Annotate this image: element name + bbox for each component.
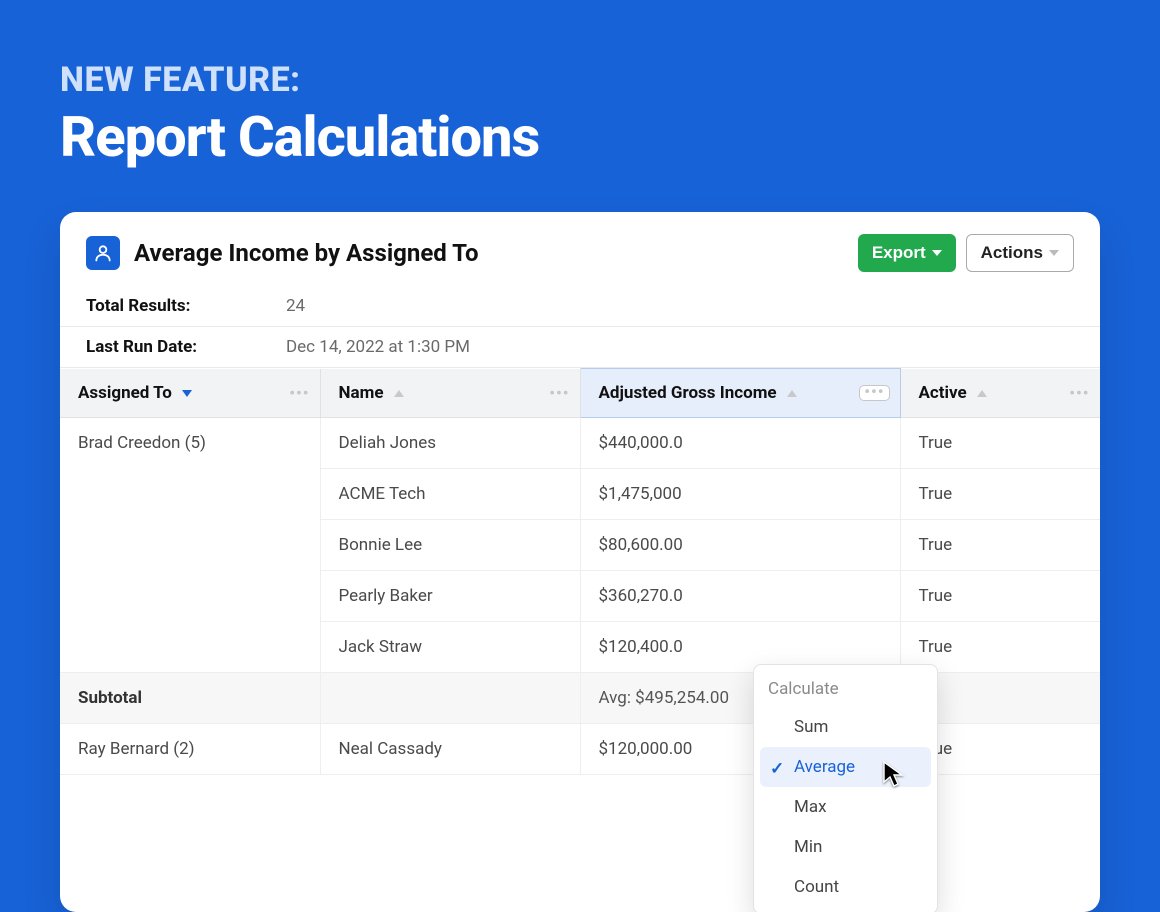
- sort-desc-icon: [182, 390, 192, 397]
- report-table: Assigned To ••• Name ••• Adjusted Gross …: [60, 368, 1100, 775]
- person-icon: [86, 236, 120, 270]
- calculate-menu: Calculate Sum ✓ Average Max Min Count: [753, 664, 938, 912]
- actions-button-label: Actions: [981, 243, 1043, 263]
- check-icon: ✓: [770, 759, 784, 779]
- calculate-menu-item-count[interactable]: Count: [754, 867, 937, 907]
- report-header: Average Income by Assigned To Export Act…: [60, 212, 1100, 286]
- cell-name: Bonnie Lee: [320, 520, 580, 571]
- cell-income: $360,270.0: [580, 571, 900, 622]
- cell-active: True: [900, 418, 1100, 469]
- col-header-label: Name: [339, 383, 384, 403]
- calculate-menu-item-max[interactable]: Max: [754, 787, 937, 827]
- col-header-adjusted-gross-income[interactable]: Adjusted Gross Income •••: [580, 369, 900, 418]
- meta-total-label: Total Results:: [86, 296, 286, 316]
- cell-name: Deliah Jones: [320, 418, 580, 469]
- cell-name: Neal Cassady: [320, 724, 580, 775]
- group-label-cell: Brad Creedon (5): [60, 418, 320, 673]
- column-menu-icon[interactable]: •••: [289, 383, 309, 402]
- column-menu-icon[interactable]: •••: [549, 383, 569, 402]
- calculate-menu-item-label: Max: [794, 797, 827, 817]
- meta-total-row: Total Results: 24: [60, 286, 1100, 327]
- col-header-label: Assigned To: [78, 383, 172, 403]
- table-row: Ray Bernard (2)Neal Cassady$120,000.00Tr…: [60, 724, 1100, 775]
- cell-income: $440,000.0: [580, 418, 900, 469]
- cell-name: Jack Straw: [320, 622, 580, 673]
- caret-down-icon: [932, 250, 942, 256]
- calculate-menu-item-label: Min: [794, 837, 822, 857]
- report-title: Average Income by Assigned To: [134, 239, 858, 267]
- export-button[interactable]: Export: [858, 234, 956, 272]
- caret-down-icon: [1049, 250, 1059, 256]
- col-header-assigned-to[interactable]: Assigned To •••: [60, 369, 320, 418]
- col-header-label: Active: [919, 383, 967, 403]
- subtotal-empty: [320, 673, 580, 724]
- sort-asc-icon: [394, 390, 404, 397]
- calculate-menu-item-average[interactable]: ✓ Average: [760, 747, 931, 787]
- calculate-menu-item-label: Sum: [794, 717, 828, 737]
- calculate-menu-item-label: Average: [794, 757, 855, 777]
- cell-active: True: [900, 520, 1100, 571]
- calculate-menu-item-min[interactable]: Min: [754, 827, 937, 867]
- cell-active: True: [900, 571, 1100, 622]
- meta-lastrun-value: Dec 14, 2022 at 1:30 PM: [286, 337, 470, 357]
- cell-name: ACME Tech: [320, 469, 580, 520]
- col-header-name[interactable]: Name •••: [320, 369, 580, 418]
- sort-asc-icon: [787, 390, 797, 397]
- cell-name: Pearly Baker: [320, 571, 580, 622]
- export-button-label: Export: [872, 243, 926, 263]
- meta-total-value: 24: [286, 296, 305, 316]
- calculate-menu-item-sum[interactable]: Sum: [754, 707, 937, 747]
- actions-button[interactable]: Actions: [966, 234, 1074, 272]
- calculate-menu-item-label: Count: [794, 877, 839, 897]
- cell-income: $1,475,000: [580, 469, 900, 520]
- column-menu-icon[interactable]: •••: [1069, 383, 1089, 402]
- group-label-cell: Ray Bernard (2): [60, 724, 320, 775]
- column-menu-icon[interactable]: •••: [859, 385, 889, 401]
- header-actions: Export Actions: [858, 234, 1074, 272]
- report-card: Average Income by Assigned To Export Act…: [60, 212, 1100, 912]
- meta-lastrun-row: Last Run Date: Dec 14, 2022 at 1:30 PM: [60, 327, 1100, 368]
- cell-active: True: [900, 469, 1100, 520]
- subtotal-row: SubtotalAvg: $495,254.00: [60, 673, 1100, 724]
- col-header-label: Adjusted Gross Income: [599, 383, 777, 403]
- subtotal-label: Subtotal: [60, 673, 320, 724]
- cell-income: $80,600.00: [580, 520, 900, 571]
- col-header-active[interactable]: Active •••: [900, 369, 1100, 418]
- meta-lastrun-label: Last Run Date:: [86, 337, 286, 357]
- cursor-icon: [882, 760, 904, 788]
- table-row: Brad Creedon (5)Deliah Jones$440,000.0Tr…: [60, 418, 1100, 469]
- banner-eyebrow: NEW FEATURE:: [60, 60, 1100, 100]
- calculate-menu-heading: Calculate: [754, 675, 937, 707]
- banner-headline: Report Calculations: [60, 104, 1100, 170]
- sort-asc-icon: [977, 390, 987, 397]
